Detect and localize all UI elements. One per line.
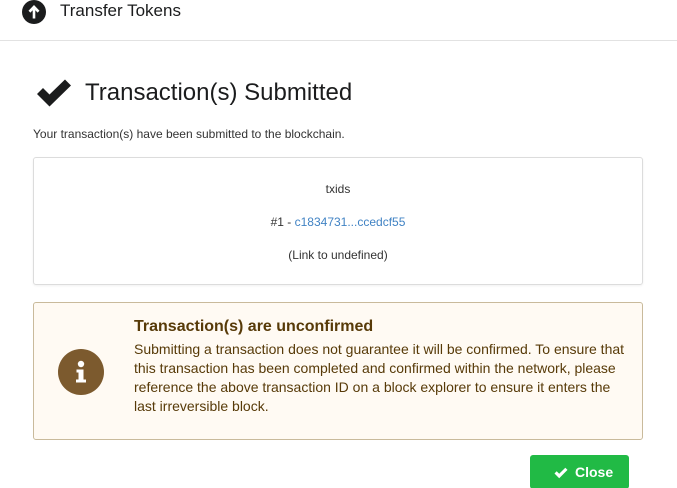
result-description: Your transaction(s) have been submitted … xyxy=(33,127,345,141)
warning-title: Transaction(s) are unconfirmed xyxy=(134,318,374,335)
txid-index: #1 - xyxy=(270,215,295,229)
txid-link[interactable]: c1834731...ccedcf55 xyxy=(295,215,406,229)
unconfirmed-warning: Transaction(s) are unconfirmed Submittin… xyxy=(33,302,643,440)
txids-heading: txids xyxy=(325,182,351,196)
txid-row: #1 - c1834731...ccedcf55 xyxy=(34,214,642,230)
txid-link-note: (Link to undefined) xyxy=(288,248,388,262)
txids-panel: txids #1 - c1834731...ccedcf55 (Link to … xyxy=(33,157,643,285)
result-title: Transaction(s) Submitted xyxy=(85,79,353,106)
modal-header: Transfer Tokens xyxy=(0,0,677,41)
arrow-up-circle-icon xyxy=(22,0,46,24)
checkmark-icon xyxy=(35,79,73,107)
warning-message: Submitting a transaction does not guaran… xyxy=(134,341,625,414)
close-button[interactable]: Close xyxy=(530,455,629,488)
info-circle-icon xyxy=(58,349,104,395)
checkmark-icon xyxy=(554,466,568,479)
close-button-label: Close xyxy=(575,464,614,480)
modal-title: Transfer Tokens xyxy=(60,1,181,20)
transfer-tokens-modal: Transfer Tokens Transaction(s) Submitted… xyxy=(0,0,677,488)
